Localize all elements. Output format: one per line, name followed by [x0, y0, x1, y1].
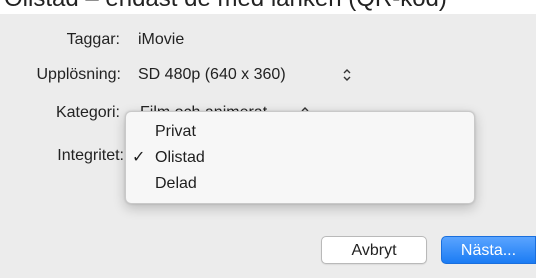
menu-item-label: Privat — [155, 123, 196, 140]
next-button[interactable]: Nästa... — [441, 236, 536, 264]
resolution-popup-value[interactable]: SD 480p (640 x 360) — [138, 65, 286, 85]
category-label: Kategori: — [55, 104, 120, 121]
header-strip: Olistad – endast de med länken (QR-kod) — [0, 0, 536, 14]
tags-value: iMovie — [138, 31, 185, 48]
privacy-label: Integritet: — [57, 147, 124, 164]
resolution-label: Upplösning: — [36, 66, 122, 83]
header-text-fragment: Olistad – endast de med länken (QR-kod) — [4, 0, 447, 13]
checkmark-icon: ✓ — [132, 149, 146, 166]
menu-item-privat[interactable]: Privat — [126, 119, 474, 145]
menu-item-olistad[interactable]: ✓ Olistad — [126, 145, 474, 171]
menu-item-delad[interactable]: Delad — [126, 171, 474, 197]
resolution-stepper-icon[interactable] — [342, 67, 352, 83]
menu-item-label: Olistad — [155, 149, 205, 166]
tags-label: Taggar: — [66, 31, 120, 48]
privacy-dropdown-menu[interactable]: Privat ✓ Olistad Delad — [125, 111, 475, 204]
menu-item-label: Delad — [155, 175, 197, 192]
cancel-button[interactable]: Avbryt — [321, 236, 427, 264]
